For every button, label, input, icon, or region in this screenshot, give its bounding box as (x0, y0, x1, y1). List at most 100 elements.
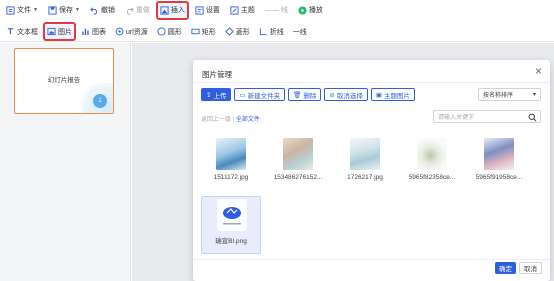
breadcrumb-back[interactable]: 返回上一级 (201, 117, 231, 123)
line-tool-2[interactable]: 一线 (291, 24, 309, 39)
file-name: 153486276152... (273, 174, 323, 181)
settings-menu[interactable]: 设置 (193, 3, 222, 18)
upload-button[interactable]: ⇪ 上传 (201, 88, 232, 101)
diamond-tool[interactable]: 菱形 (223, 24, 252, 39)
sort-value: 按名称排序 (483, 93, 514, 99)
breadcrumb-separator: | (232, 117, 235, 123)
file-name: 5965f82358ce... (408, 174, 456, 181)
slide-title: 幻灯片报告 (47, 77, 81, 84)
file-name: 5965f91958ce... (475, 174, 523, 181)
slide-panel: 幻灯片报告 1 (0, 43, 131, 281)
search-input[interactable]: 请输入关键字 (433, 110, 541, 123)
upload-label: 上传 (213, 92, 227, 100)
file-item[interactable]: 1511172.jpg (201, 136, 261, 194)
redo-label: 重做 (135, 7, 150, 14)
image-thumbnail (216, 138, 246, 170)
settings-icon (195, 5, 204, 15)
play-button[interactable]: 播放 (296, 3, 325, 18)
image-tool[interactable]: 图片 (43, 22, 76, 41)
file-item-selected[interactable]: 瑞宣BI.png (201, 196, 261, 254)
circle-tool[interactable]: 圆形 (155, 24, 184, 39)
brand-logo-icon (223, 207, 241, 225)
line-label: 线 (280, 7, 288, 14)
image-label: 图片 (58, 28, 72, 36)
line-label-2: 一线 (292, 28, 307, 36)
dialog-title: 图片管理 (202, 70, 232, 79)
polyline-icon (259, 27, 268, 36)
image-thumbnail (283, 138, 313, 170)
url-resource-tool[interactable]: url资源 (113, 24, 150, 39)
new-folder-label: 新建文件夹 (247, 92, 281, 100)
cancel-select-button[interactable]: ⊘ 取消选择 (324, 88, 368, 101)
breadcrumb-all-files[interactable]: 全部文件 (236, 117, 260, 123)
redo-icon (125, 6, 134, 15)
divider (193, 82, 550, 83)
chevron-down-icon: ▾ (532, 92, 536, 98)
search-placeholder: 请输入关键字 (438, 115, 475, 121)
undo-button[interactable]: 撤销 (88, 3, 117, 18)
diamond-label: 菱形 (235, 28, 250, 36)
theme-image-button[interactable]: ▣ 主题图片 (370, 88, 415, 101)
file-item[interactable]: 5965f82358ce... (402, 136, 462, 194)
play-label: 播放 (308, 7, 323, 14)
file-item[interactable]: 153486276152... (268, 136, 328, 194)
deselect-icon: ⊘ (329, 91, 335, 99)
image-icon (47, 27, 56, 36)
line-dash-icon: —— (264, 6, 279, 14)
delete-label: 删除 (303, 92, 317, 100)
circle-icon (157, 27, 166, 36)
insert-label: 插入 (170, 7, 185, 14)
save-label: 保存 (58, 7, 73, 14)
search-icon[interactable] (528, 113, 537, 124)
dialog-action-bar: ⇪ 上传 ▭ 新建文件夹 🗑 删除 ⊘ 取消选择 ▣ 主题图片 (201, 88, 415, 101)
rect-tool[interactable]: 矩形 (189, 24, 218, 39)
theme-icon (230, 5, 239, 15)
redo-button[interactable]: 重做 (123, 3, 152, 18)
image-thumbnail (217, 199, 247, 231)
slide-number-badge: 1 (93, 94, 107, 108)
undo-label: 撤销 (100, 7, 115, 14)
textbox-tool[interactable]: 文本框 (4, 24, 40, 39)
image-thumbnail (417, 138, 447, 170)
chart-tool[interactable]: 图表 (79, 24, 108, 39)
play-icon (298, 5, 307, 15)
file-icon (6, 5, 15, 15)
trash-icon: 🗑 (293, 91, 302, 99)
close-icon[interactable]: × (535, 65, 542, 77)
chart-icon (81, 27, 90, 36)
save-button[interactable]: 保存 ▼ (46, 3, 82, 18)
link-icon (115, 27, 124, 36)
rectangle-icon (191, 27, 200, 36)
diamond-icon (225, 27, 234, 36)
image-thumbnail (350, 138, 380, 170)
polyline-tool[interactable]: 折线 (257, 24, 286, 39)
file-name: 1511172.jpg (213, 174, 249, 181)
cancel-button[interactable]: 取消 (519, 262, 542, 274)
sort-select[interactable]: 按名称排序 ▾ (478, 88, 541, 101)
file-item[interactable]: 5965f91958ce... (469, 136, 529, 194)
line-tool[interactable]: —— 线 (263, 3, 290, 18)
file-name: 1726217.jpg (347, 174, 383, 181)
file-name: 瑞宣BI.png (215, 238, 247, 245)
file-item[interactable]: 1726217.jpg (335, 136, 395, 194)
circle-label: 圆形 (167, 28, 182, 36)
save-icon (48, 5, 57, 15)
image-manager-dialog: 图片管理 × ⇪ 上传 ▭ 新建文件夹 🗑 删除 ⊘ 取消选择 ▣ 主题图片 按… (193, 60, 550, 281)
undo-icon (90, 6, 99, 15)
breadcrumb: 返回上一级 | 全部文件 (201, 114, 260, 123)
divider (193, 259, 550, 260)
insert-toolbar: 文本框 图片 图表 url资源 圆形 矩形 菱形 折线 一线 (0, 22, 554, 42)
textbox-icon (6, 27, 15, 36)
polyline-label: 折线 (269, 28, 284, 36)
new-folder-button[interactable]: ▭ 新建文件夹 (234, 88, 286, 101)
theme-menu[interactable]: 主题 (228, 3, 257, 18)
slide-thumbnail[interactable]: 幻灯片报告 1 (14, 48, 114, 114)
theme-label: 主题 (240, 7, 255, 14)
file-menu[interactable]: 文件 ▼ (4, 3, 40, 18)
main-toolbar: 文件 ▼ 保存 ▼ 撤销 重做 插入 设置 主题 —— 线 播放 (0, 0, 554, 20)
insert-menu[interactable]: 插入 (155, 0, 189, 20)
ok-button[interactable]: 确定 (495, 262, 516, 274)
delete-button[interactable]: 🗑 删除 (288, 88, 322, 101)
textbox-label: 文本框 (17, 28, 38, 36)
file-label: 文件 (17, 7, 31, 14)
